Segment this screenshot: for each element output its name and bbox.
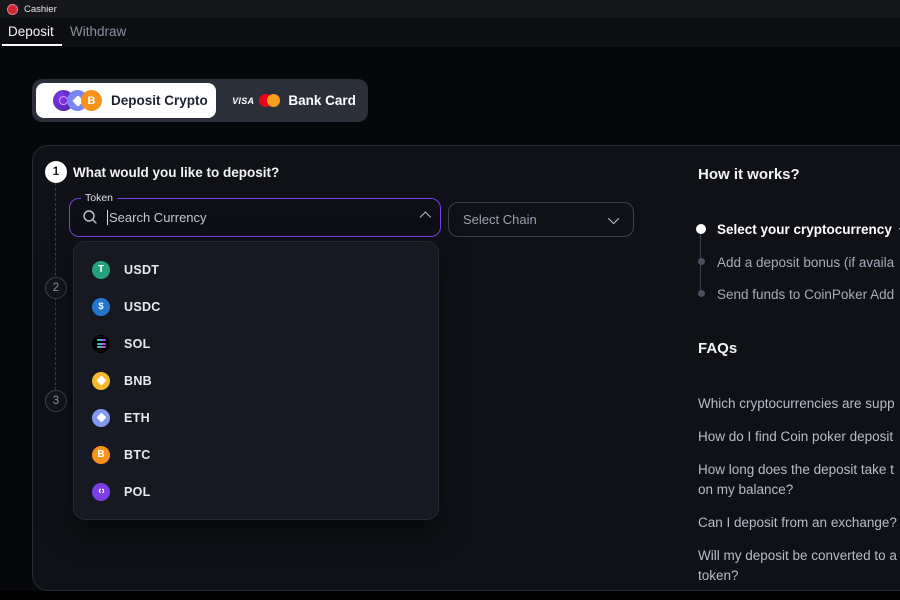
step-1-badge: 1	[45, 161, 67, 183]
faq-list: Which cryptocurrencies are supp How do I…	[698, 394, 900, 599]
faqs-title: FAQs	[698, 340, 737, 357]
token-option-bnb[interactable]: BNB	[74, 362, 438, 399]
step-3-badge: 3	[45, 390, 67, 412]
usdt-icon: T	[92, 261, 110, 279]
deposit-crypto-label: Deposit Crypto	[111, 93, 208, 108]
hiw-step-select-crypto[interactable]: Select your cryptocurrency	[717, 222, 900, 237]
window-titlebar: Cashier	[0, 0, 900, 18]
deposit-method-toggle: B Deposit Crypto VISA Bank Card	[32, 79, 368, 122]
active-tab-underline	[2, 44, 62, 46]
chevron-up-icon[interactable]	[420, 211, 431, 222]
token-field-label: Token	[81, 192, 117, 204]
token-option-pol[interactable]: POL	[74, 473, 438, 510]
bank-card-button[interactable]: VISA Bank Card	[220, 79, 368, 122]
token-search-field[interactable]: Token	[69, 192, 441, 237]
token-option-sol[interactable]: SOL	[74, 325, 438, 362]
search-currency-input[interactable]	[108, 210, 420, 225]
faq-item-cryptos-supported[interactable]: Which cryptocurrencies are supp	[698, 394, 900, 414]
eth-icon	[92, 409, 110, 427]
btc-icon: B	[92, 446, 110, 464]
token-option-eth[interactable]: ETH	[74, 399, 438, 436]
step-2-badge: 2	[45, 277, 67, 299]
timeline-dot	[698, 290, 705, 297]
hiw-step-send-funds: Send funds to CoinPoker Add	[717, 287, 894, 302]
bnb-icon	[92, 372, 110, 390]
bottom-strip	[0, 591, 900, 600]
token-dropdown: T USDT $ USDC SOL BNB ETH B BTC	[73, 241, 439, 520]
btc-coin-icon: B	[81, 90, 102, 111]
faq-item-deposit-time[interactable]: How long does the deposit take t on my b…	[698, 460, 900, 500]
token-option-usdt[interactable]: T USDT	[74, 251, 438, 288]
usdc-icon: $	[92, 298, 110, 316]
timeline-dot	[698, 258, 705, 265]
visa-icon: VISA	[232, 96, 254, 106]
search-icon	[82, 209, 98, 225]
pol-icon	[92, 483, 110, 501]
chain-select[interactable]: Select Chain	[448, 202, 634, 237]
how-it-works-title: How it works?	[698, 166, 800, 183]
faq-item-from-exchange[interactable]: Can I deposit from an exchange?	[698, 513, 900, 533]
tab-deposit[interactable]: Deposit	[8, 18, 54, 46]
mastercard-icon	[259, 94, 280, 107]
app-title: Cashier	[24, 4, 57, 15]
token-option-usdc[interactable]: $ USDC	[74, 288, 438, 325]
deposit-crypto-button[interactable]: B Deposit Crypto	[36, 83, 216, 118]
chain-select-placeholder: Select Chain	[463, 212, 611, 227]
timeline-dot-active	[696, 224, 706, 234]
bank-card-label: Bank Card	[288, 93, 356, 108]
cashier-tabbar: Deposit Withdraw	[0, 18, 900, 46]
hiw-step-bonus: Add a deposit bonus (if availa	[717, 255, 894, 270]
tab-withdraw[interactable]: Withdraw	[70, 18, 126, 46]
step-1-question: What would you like to deposit?	[73, 165, 279, 180]
faq-item-converted[interactable]: Will my deposit be converted to a token?	[698, 546, 900, 586]
faq-item-find-deposit[interactable]: How do I find Coin poker deposit	[698, 427, 900, 447]
coinpoker-logo-icon	[7, 4, 18, 15]
token-option-btc[interactable]: B BTC	[74, 436, 438, 473]
sol-icon	[92, 335, 110, 353]
